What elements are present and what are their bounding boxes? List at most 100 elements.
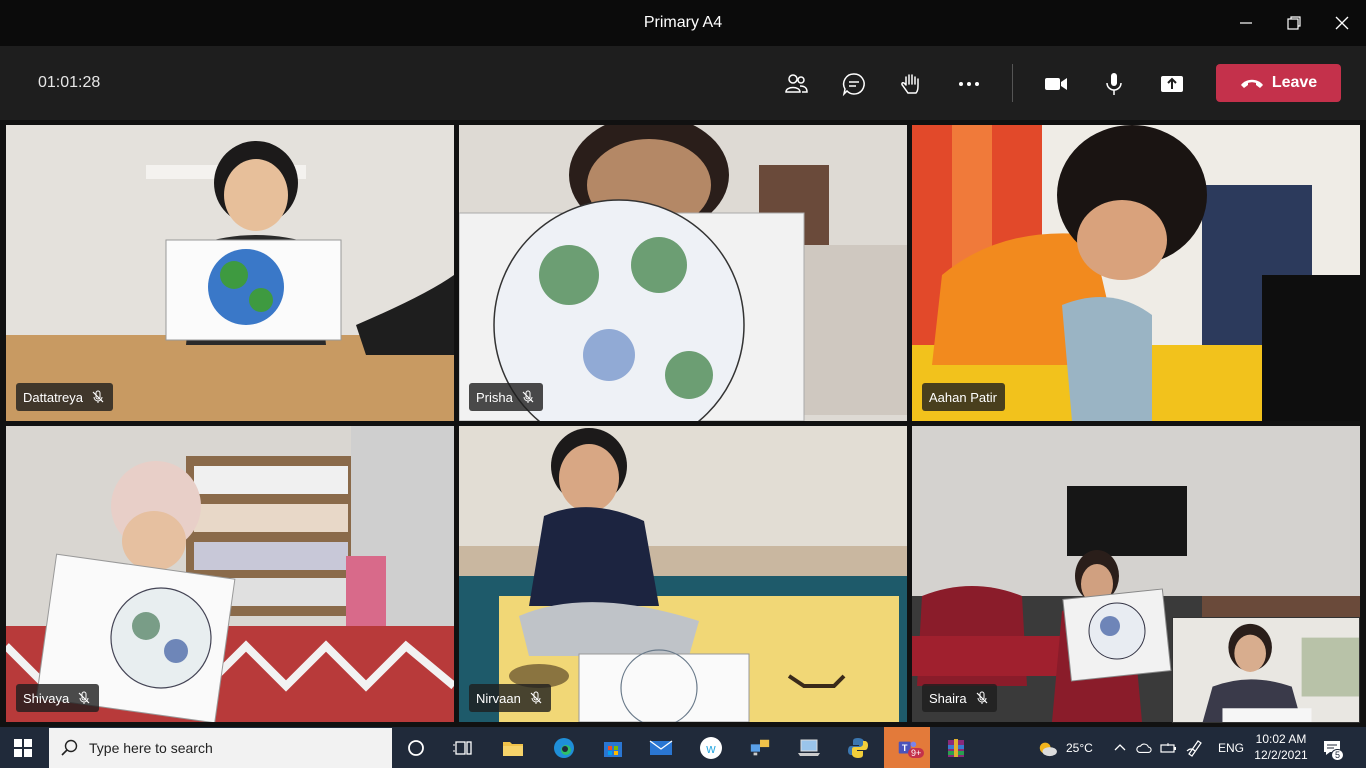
camera-button[interactable] — [1038, 66, 1074, 102]
participant-nametag: Prisha — [469, 383, 543, 411]
weather-widget[interactable]: 25°C — [1036, 727, 1093, 768]
maximize-button[interactable] — [1270, 0, 1318, 46]
network-app-button[interactable] — [737, 727, 783, 768]
more-options-button[interactable] — [951, 66, 987, 102]
participant-nametag: Nirvaan — [469, 684, 551, 712]
edge-button[interactable] — [541, 727, 587, 768]
video-tile-nirvaan[interactable]: Nirvaan — [459, 426, 907, 722]
taskbar-search[interactable]: Type here to search — [49, 728, 392, 768]
participant-name: Prisha — [476, 389, 513, 405]
video-camera-icon — [1045, 78, 1067, 90]
video-tile-prisha[interactable]: Prisha — [459, 125, 907, 421]
video-grid: Dattatreya Prisha Aahan Patir Shivaya Ni… — [0, 120, 1366, 727]
mic-off-icon — [92, 390, 104, 403]
minimize-icon — [1240, 22, 1252, 24]
task-view-icon — [453, 740, 472, 755]
windows-taskbar: Type here to search w T 9+ 25°C ENG 10:0… — [0, 727, 1366, 768]
hang-up-icon — [1240, 79, 1263, 88]
participants-button[interactable] — [778, 66, 814, 102]
mic-off-icon — [530, 691, 542, 704]
folder-icon — [503, 741, 523, 756]
share-icon — [1161, 76, 1183, 92]
cortana-icon — [408, 739, 424, 756]
meeting-timer: 01:01:28 — [38, 74, 101, 91]
clock-time: 10:02 AM — [1255, 732, 1307, 746]
svg-text:w: w — [705, 741, 716, 756]
video-feed — [912, 125, 1360, 421]
pen-tray-button[interactable] — [1186, 727, 1204, 768]
leave-button[interactable]: Leave — [1216, 64, 1341, 102]
file-explorer-button[interactable] — [490, 727, 536, 768]
close-button[interactable] — [1318, 0, 1366, 46]
python-button[interactable] — [835, 727, 881, 768]
app-w-icon: w — [700, 736, 722, 759]
weather-sun-icon — [1039, 742, 1057, 756]
store-button[interactable] — [590, 727, 636, 768]
more-icon — [959, 82, 979, 86]
participant-name: Dattatreya — [23, 389, 83, 405]
windows-logo-icon — [14, 738, 32, 757]
system-clock[interactable]: 10:02 AM 12/2/2021 — [1250, 731, 1312, 763]
share-screen-button[interactable] — [1154, 66, 1190, 102]
python-icon — [848, 737, 868, 758]
leave-label: Leave — [1271, 74, 1318, 91]
network-computers-icon — [750, 739, 770, 755]
store-icon — [604, 741, 622, 757]
participant-name: Nirvaan — [476, 690, 521, 706]
participant-nametag: Shaira — [922, 684, 997, 712]
battery-plug-icon — [1160, 742, 1176, 753]
mail-icon — [649, 739, 673, 755]
teams-notification-badge: 9+ — [908, 748, 925, 758]
microphone-button[interactable] — [1096, 66, 1132, 102]
battery-tray-button[interactable] — [1160, 727, 1178, 768]
mic-off-icon — [78, 691, 90, 704]
video-feed — [459, 426, 907, 722]
teams-button[interactable]: T 9+ — [884, 727, 930, 768]
participant-nametag: Aahan Patir — [922, 383, 1005, 411]
video-feed — [1173, 618, 1359, 722]
cortana-button[interactable] — [393, 727, 439, 768]
weather-temperature: 25°C — [1066, 740, 1093, 755]
pen-workspace-icon — [1186, 739, 1202, 757]
word-app-button[interactable]: w — [688, 727, 734, 768]
mic-off-icon — [522, 390, 534, 403]
toolbar-divider — [1012, 64, 1013, 102]
title-bar: Primary A4 — [0, 0, 1366, 46]
laptop-app-button[interactable] — [786, 727, 832, 768]
participant-name: Aahan Patir — [929, 389, 997, 405]
participant-nametag: Shivaya — [16, 684, 100, 712]
video-tile-aahan-patir[interactable]: Aahan Patir — [912, 125, 1360, 421]
close-icon — [1335, 16, 1349, 30]
mail-button[interactable] — [638, 727, 684, 768]
video-tile-dattatreya[interactable]: Dattatreya — [6, 125, 454, 421]
notification-count-badge: 5 — [1331, 749, 1345, 761]
people-icon — [785, 74, 808, 93]
video-tile-shivaya[interactable]: Shivaya — [6, 426, 454, 722]
onedrive-tray-button[interactable] — [1136, 727, 1152, 768]
show-hidden-icons-button[interactable] — [1114, 727, 1126, 768]
archive-icon — [948, 738, 964, 757]
self-view-video[interactable] — [1172, 617, 1360, 723]
video-feed — [459, 125, 907, 421]
mic-off-icon — [976, 691, 988, 704]
chat-icon — [842, 73, 865, 97]
task-view-button[interactable] — [440, 727, 486, 768]
meeting-toolbar: 01:01:28 Leave — [0, 46, 1366, 120]
start-button[interactable] — [0, 727, 46, 768]
cloud-icon — [1136, 743, 1152, 753]
search-placeholder: Type here to search — [89, 740, 213, 756]
participant-name: Shivaya — [23, 690, 70, 706]
video-feed — [6, 426, 454, 722]
raise-hand-button[interactable] — [893, 66, 929, 102]
participant-nametag: Dattatreya — [16, 383, 113, 411]
winrar-button[interactable] — [933, 727, 979, 768]
restore-icon — [1287, 16, 1301, 30]
input-language: ENG — [1218, 740, 1245, 755]
input-language-button[interactable]: ENG — [1218, 727, 1244, 768]
notification-center-button[interactable]: 5 — [1322, 727, 1345, 768]
chat-button[interactable] — [836, 66, 872, 102]
search-icon — [61, 739, 78, 756]
microphone-icon — [1106, 73, 1122, 95]
minimize-button[interactable] — [1222, 0, 1270, 46]
clock-date: 12/2/2021 — [1254, 748, 1308, 762]
